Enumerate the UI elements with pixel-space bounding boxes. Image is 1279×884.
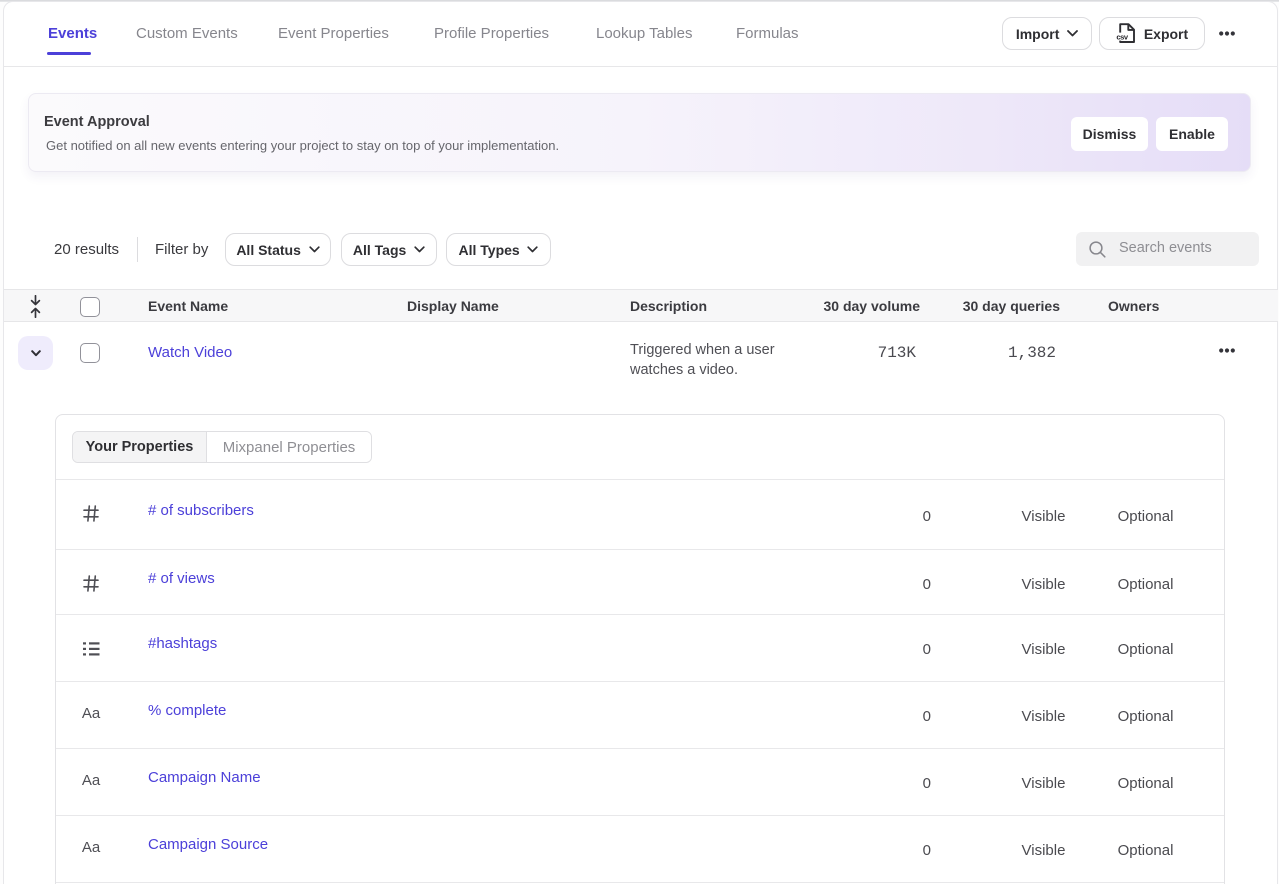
svg-text:csv: csv <box>1116 32 1129 41</box>
